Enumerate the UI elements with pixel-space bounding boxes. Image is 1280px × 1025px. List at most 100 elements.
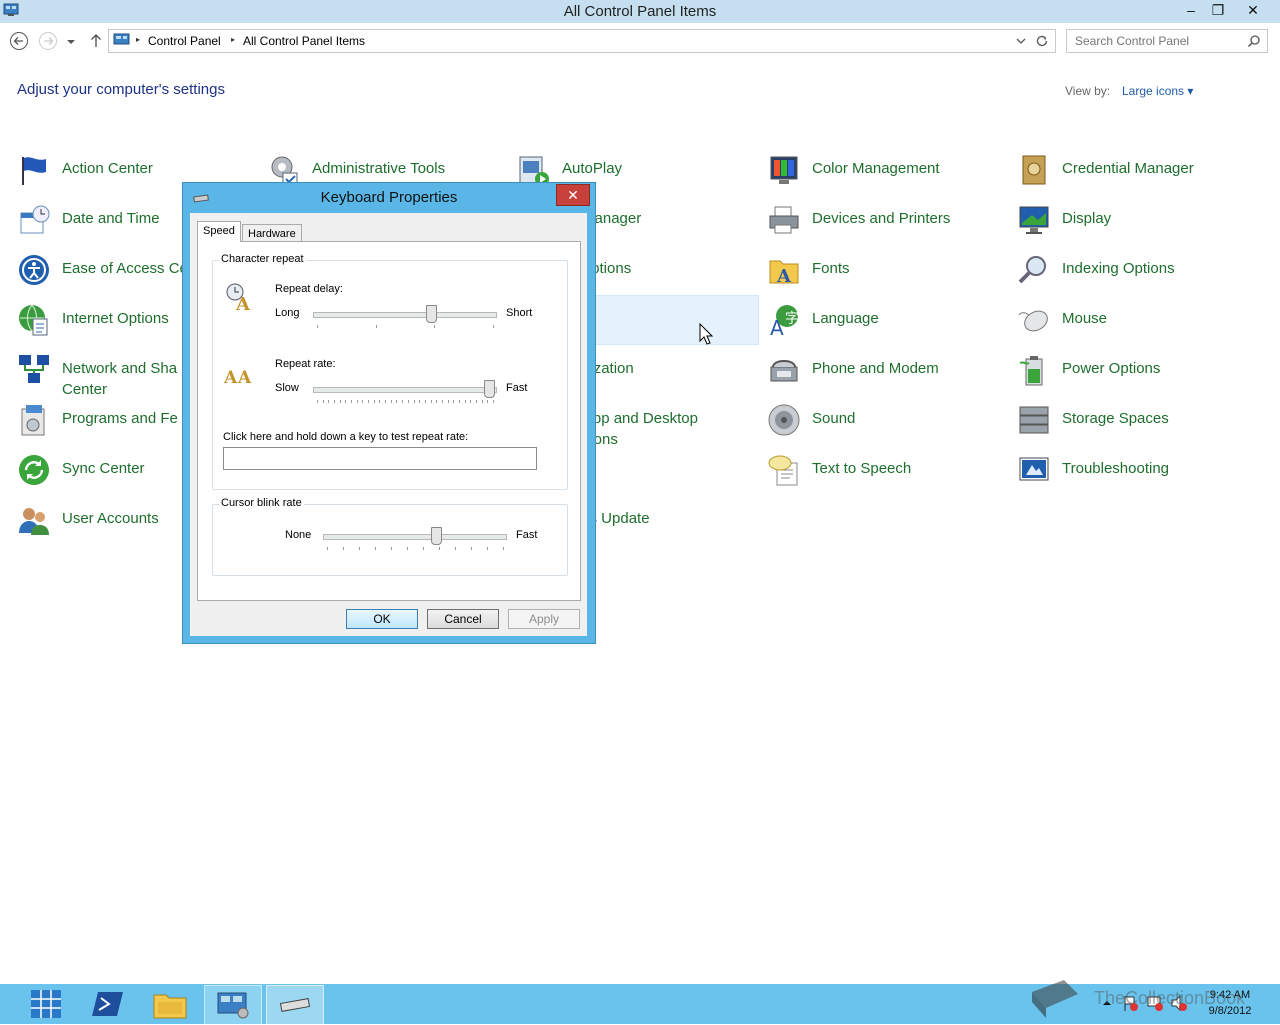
item-language[interactable]: A 字 Language: [767, 299, 997, 347]
printer-icon: [769, 206, 799, 234]
item-credential-manager[interactable]: Credential Manager: [1017, 149, 1247, 197]
search-icon[interactable]: [1247, 34, 1261, 48]
item-phone-and-modem[interactable]: Phone and Modem: [767, 349, 997, 397]
slider-tick: [493, 325, 494, 328]
book-watermark-icon: [1032, 980, 1078, 1018]
file-explorer-icon: [153, 994, 187, 1019]
item-storage-spaces[interactable]: Storage Spaces: [1017, 399, 1247, 447]
slider-tick: [374, 400, 375, 403]
slider-tick: [459, 400, 460, 403]
svg-text:A: A: [235, 294, 251, 311]
repeat-rate-slider[interactable]: [313, 380, 499, 404]
slider-tick: [487, 547, 488, 550]
control-panel-taskbar-button[interactable]: [204, 985, 262, 1025]
back-arrow-icon[interactable]: [9, 31, 29, 51]
start-icon: [31, 990, 61, 1018]
slider-thumb[interactable]: [484, 380, 495, 398]
address-bar[interactable]: ▸ Control Panel ▸ All Control Panel Item…: [108, 29, 1056, 53]
start-button[interactable]: [18, 985, 74, 1023]
view-by-dropdown[interactable]: Large icons ▾: [1122, 84, 1193, 98]
file-explorer-taskbar-button[interactable]: [142, 985, 198, 1023]
cancel-button[interactable]: Cancel: [427, 609, 499, 629]
test-repeat-rate-field[interactable]: [223, 447, 537, 470]
up-arrow-icon[interactable]: [86, 31, 106, 51]
repeat-rate-max-label: Fast: [506, 382, 528, 394]
forward-arrow-icon[interactable]: [38, 31, 58, 51]
slider-tick: [379, 400, 380, 403]
refresh-icon[interactable]: [1035, 34, 1049, 48]
slider-tick: [455, 547, 456, 550]
powershell-taskbar-button[interactable]: [80, 985, 136, 1023]
title-bar: All Control Panel Items ‒ ❐ ✕: [0, 0, 1280, 23]
slider-tick: [465, 400, 466, 403]
globe-icon: [19, 304, 48, 336]
slider-tick: [368, 400, 369, 403]
restore-button[interactable]: ❐: [1205, 1, 1231, 19]
ok-button[interactable]: OK: [346, 609, 418, 629]
breadcrumb-separator[interactable]: ▸: [231, 35, 235, 44]
slider-ticks: [327, 547, 504, 551]
slider-tick: [414, 400, 415, 403]
slider-tick: [362, 400, 363, 403]
item-text-to-speech[interactable]: Text to Speech: [767, 449, 997, 497]
slider-ticks: [317, 400, 494, 404]
item-indexing-options[interactable]: Indexing Options: [1017, 249, 1247, 297]
slider-tick: [471, 547, 472, 550]
slider-tick: [357, 400, 358, 403]
breadcrumb-control-panel[interactable]: Control Panel: [148, 34, 221, 48]
slider-tick: [425, 400, 426, 403]
slider-tick: [375, 547, 376, 550]
repeat-rate-icon: A A: [224, 368, 252, 387]
slider-tick: [334, 400, 335, 403]
slider-tick: [487, 400, 488, 403]
item-mouse[interactable]: Mouse: [1017, 299, 1247, 347]
search-input[interactable]: [1073, 33, 1247, 49]
flag-icon: [22, 157, 46, 185]
item-troubleshooting[interactable]: Troubleshooting: [1017, 449, 1247, 497]
close-button[interactable]: ✕: [1240, 1, 1266, 19]
recent-locations-chevron-icon[interactable]: [64, 31, 78, 51]
slider-track: [313, 312, 497, 318]
cursor-blink-slider[interactable]: [323, 527, 509, 551]
search-box[interactable]: [1066, 29, 1268, 53]
slider-tick: [396, 400, 397, 403]
repeat-delay-min-label: Long: [275, 307, 300, 319]
repeat-delay-max-label: Short: [506, 307, 533, 319]
calendar-clock-icon: [20, 205, 50, 234]
slider-tick: [439, 547, 440, 550]
slider-tick: [317, 325, 318, 328]
monitor-icon: [1019, 206, 1049, 234]
item-sound[interactable]: Sound: [767, 399, 997, 447]
ease-of-access-icon: [19, 255, 49, 285]
magnifier-icon: [1018, 256, 1046, 284]
repeat-delay-label: Repeat delay:: [275, 283, 343, 295]
slider-thumb[interactable]: [431, 527, 442, 545]
apply-button[interactable]: Apply: [508, 609, 580, 629]
svg-text:A: A: [776, 266, 792, 287]
slider-track: [323, 534, 507, 540]
minimize-button[interactable]: ‒: [1178, 1, 1204, 19]
slider-thumb[interactable]: [426, 305, 437, 323]
address-dropdown-chevron-icon[interactable]: [1015, 36, 1027, 46]
item-devices-and-printers[interactable]: Devices and Printers: [767, 199, 997, 247]
slider-tick: [345, 400, 346, 403]
troubleshoot-icon: [1019, 457, 1049, 481]
dialog-close-button[interactable]: ✕: [556, 184, 590, 206]
tab-speed[interactable]: Speed: [197, 221, 241, 242]
breadcrumb-all-items[interactable]: All Control Panel Items: [243, 34, 365, 48]
mouse-icon: [1018, 310, 1048, 332]
repeat-delay-slider[interactable]: [313, 305, 499, 328]
item-fonts[interactable]: A Fonts: [767, 249, 997, 297]
control-panel-breadcrumb-icon: [113, 33, 130, 45]
keyboard-taskbar-button[interactable]: [266, 985, 324, 1025]
item-color-management[interactable]: Color Management: [767, 149, 997, 197]
item-display[interactable]: Display: [1017, 199, 1247, 247]
slider-tick: [448, 400, 449, 403]
slider-tick: [407, 547, 408, 550]
cursor-blink-group: Cursor blink rate None Fast: [212, 497, 568, 576]
repeat-rate-min-label: Slow: [275, 382, 299, 394]
view-by-label: View by:: [1065, 84, 1111, 98]
item-power-options[interactable]: Power Options: [1017, 349, 1247, 397]
slider-tick: [317, 400, 318, 403]
breadcrumb-separator[interactable]: ▸: [136, 35, 140, 44]
